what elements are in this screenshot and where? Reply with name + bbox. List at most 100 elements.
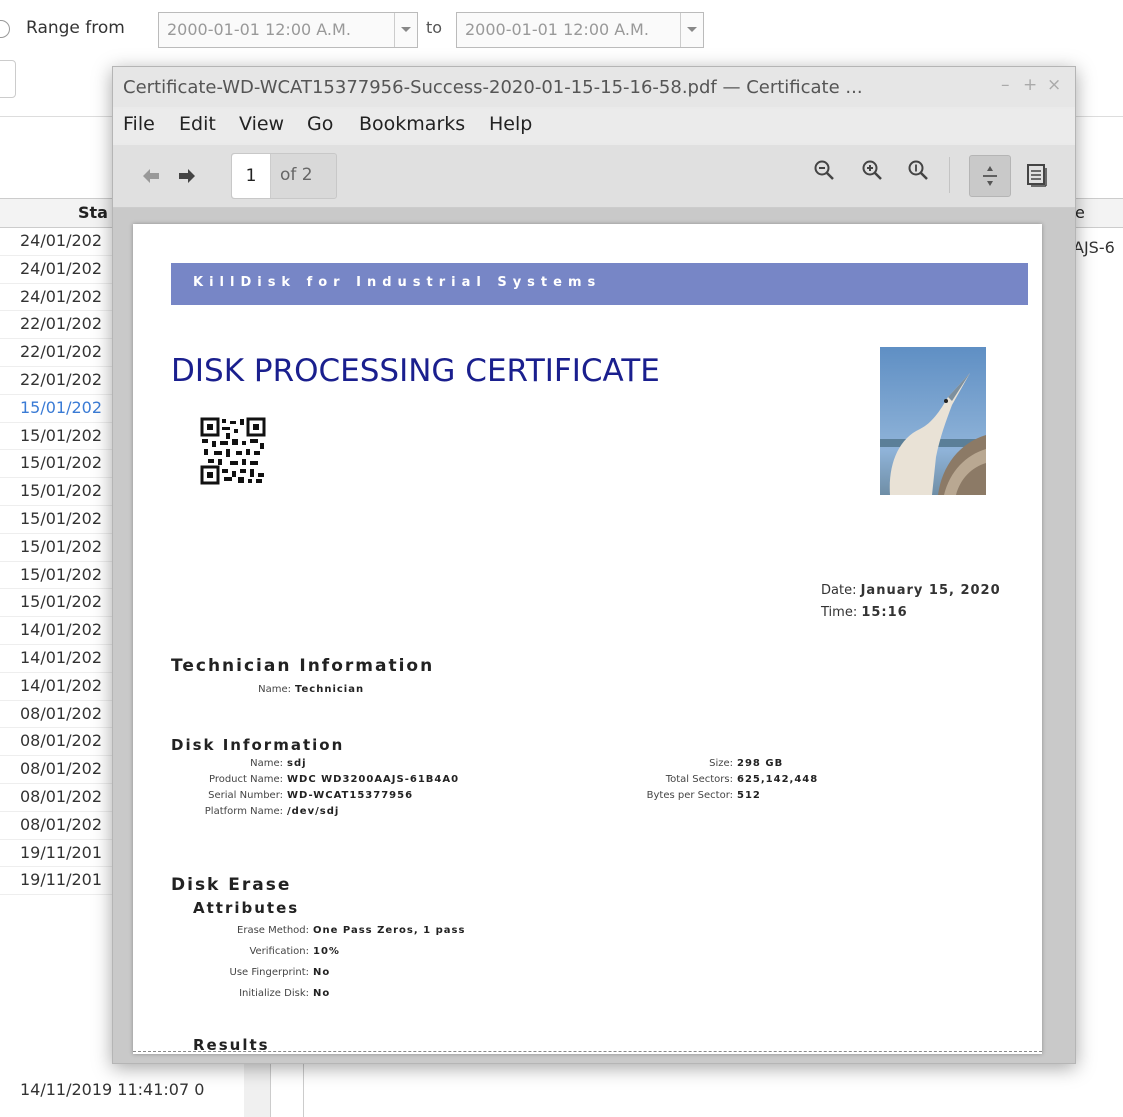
range-from-combo[interactable]: 2000-01-01 12:00 A.M. — [158, 12, 418, 48]
technician-name-row: Name: Technician — [171, 682, 364, 698]
table-row[interactable]: 24/01/202 — [0, 284, 130, 312]
zoom-in-icon[interactable] — [861, 159, 883, 181]
technician-heading: Technician Information — [171, 656, 435, 676]
range-radio[interactable] — [0, 20, 10, 38]
table-row[interactable]: 19/11/201 — [0, 840, 130, 868]
table-row[interactable]: 08/01/202 — [0, 728, 130, 757]
field-label: Erase Method: — [237, 925, 309, 936]
menu-go[interactable]: Go — [307, 113, 333, 135]
table-row[interactable]: 14/01/202 — [0, 645, 130, 673]
field-row: Use Fingerprint: No — [171, 962, 465, 983]
time-value: 15:16 — [861, 605, 908, 620]
field-label: Serial Number: — [208, 790, 283, 801]
table-row[interactable]: 15/01/202 — [0, 450, 130, 479]
continuous-scroll-button[interactable] — [969, 155, 1011, 197]
menu-file[interactable]: File — [123, 113, 155, 135]
document-area[interactable]: KillDisk for Industrial Systems DISK PRO… — [113, 208, 1075, 1063]
disk-info-heading: Disk Information — [171, 736, 345, 754]
table-row[interactable]: 15/01/202 — [0, 395, 130, 423]
field-row: Serial Number: WD-WCAT15377956 — [171, 788, 459, 804]
field-row: Bytes per Sector: 512 — [553, 788, 818, 804]
field-label: Product Name: — [208, 774, 283, 785]
certificate-title: DISK PROCESSING CERTIFICATE — [171, 353, 660, 389]
table-row[interactable]: 15/01/202 — [0, 562, 130, 590]
menu-bookmarks[interactable]: Bookmarks — [359, 113, 465, 135]
pdf-viewer-window: Certificate-WD-WCAT15377956-Success-2020… — [112, 66, 1076, 1064]
cert-banner: KillDisk for Industrial Systems — [171, 263, 1028, 305]
menu-help[interactable]: Help — [489, 113, 532, 135]
zoom-original-icon[interactable] — [907, 159, 929, 181]
table-row[interactable]: 08/01/202 — [0, 701, 130, 729]
search-input[interactable] — [0, 60, 16, 98]
field-value: No — [313, 967, 331, 978]
field-row: Initialize Disk: No — [171, 983, 465, 1004]
dual-page-button[interactable] — [1017, 155, 1057, 195]
arrow-left-icon[interactable] — [143, 169, 159, 183]
table-row[interactable]: 15/01/202 — [0, 478, 130, 506]
field-label: Verification: — [249, 946, 309, 957]
title-bar[interactable]: Certificate-WD-WCAT15377956-Success-2020… — [113, 67, 1075, 107]
table-row[interactable]: 19/11/201 — [0, 867, 130, 896]
toolbar-divider — [949, 157, 950, 193]
field-label: Initialize Disk: — [239, 988, 309, 999]
time-label: Time: — [821, 605, 858, 620]
table-row[interactable]: 22/01/202 — [0, 367, 130, 395]
table-row[interactable]: 24/01/202 — [0, 256, 130, 284]
column-header-start[interactable]: Sta — [78, 203, 108, 222]
qr-code-icon — [200, 417, 266, 485]
field-label: Bytes per Sector: — [646, 790, 733, 801]
table-row[interactable]: 14/01/202 — [0, 673, 130, 701]
field-value: 298 GB — [737, 758, 784, 769]
field-row: Erase Method: One Pass Zeros, 1 pass — [171, 920, 465, 941]
table-row[interactable]: 24/01/202 — [0, 228, 130, 256]
menu-bar: File Edit View Go Bookmarks Help — [113, 109, 1075, 143]
table-row[interactable]: 15/01/202 — [0, 589, 130, 618]
close-icon[interactable]: × — [1047, 75, 1061, 95]
chevron-down-icon[interactable] — [394, 13, 417, 47]
table-row[interactable]: 15/01/202 — [0, 534, 130, 562]
field-label: Name: — [250, 758, 283, 769]
field-value: 625,142,448 — [737, 774, 819, 785]
minimize-icon[interactable]: – — [1001, 75, 1010, 95]
date-value: January 15, 2020 — [860, 583, 1001, 598]
table-row[interactable]: 15/01/202 — [0, 423, 130, 451]
menu-edit[interactable]: Edit — [179, 113, 216, 135]
table-row[interactable]: 08/01/202 — [0, 812, 130, 840]
erase-attributes: Erase Method: One Pass Zeros, 1 pass Veri… — [171, 920, 465, 1004]
menu-view[interactable]: View — [239, 113, 284, 135]
window-title: Certificate-WD-WCAT15377956-Success-2020… — [123, 77, 863, 98]
field-label: Size: — [709, 758, 733, 769]
filter-bar: Range from 2000-01-01 12:00 A.M. to 2000… — [0, 0, 1123, 60]
zoom-out-icon[interactable] — [813, 159, 835, 181]
page-number-input[interactable]: 1 — [232, 154, 271, 198]
table-row[interactable]: 08/01/202 — [0, 756, 130, 784]
table-row[interactable]: 22/01/202 — [0, 339, 130, 367]
field-row: Product Name: WDC WD3200AAJS-61B4A0 — [171, 772, 459, 788]
banner-text: KillDisk for Industrial Systems — [193, 275, 602, 290]
dual-page-icon — [1027, 164, 1047, 187]
range-to-combo[interactable]: 2000-01-01 12:00 A.M. — [456, 12, 704, 48]
disk-erase-heading: Disk Erase — [171, 875, 292, 895]
field-label: Use Fingerprint: — [229, 967, 309, 978]
disk-info-left: Name: sdj Product Name: WDC WD3200AAJS-61B… — [171, 756, 459, 820]
table-row[interactable]: 14/11/2019 11:41:07 0 — [20, 1080, 204, 1099]
page-navigator: 1 of 2 — [231, 153, 337, 199]
chevron-down-icon[interactable] — [680, 13, 703, 47]
field-label: Name: — [258, 684, 291, 695]
range-to-value: 2000-01-01 12:00 A.M. — [465, 20, 649, 39]
page-total: of 2 — [280, 165, 313, 185]
table-row[interactable]: 22/01/202 — [0, 311, 130, 340]
field-label: Platform Name: — [204, 806, 283, 817]
field-row: Total Sectors: 625,142,448 — [553, 772, 818, 788]
table-row[interactable]: 14/01/202 — [0, 617, 130, 645]
table-row[interactable]: 08/01/202 — [0, 784, 130, 812]
field-value: 10% — [313, 946, 340, 957]
table-row[interactable]: 15/01/202 — [0, 506, 130, 534]
field-value: WD-WCAT15377956 — [287, 790, 414, 801]
arrow-right-icon[interactable] — [179, 169, 195, 183]
field-row: Size: 298 GB — [553, 756, 818, 772]
field-label: Total Sectors: — [665, 774, 733, 785]
maximize-icon[interactable]: + — [1023, 75, 1037, 95]
field-row: Name: sdj — [171, 756, 459, 772]
column-header-right[interactable]: e — [1075, 203, 1085, 222]
